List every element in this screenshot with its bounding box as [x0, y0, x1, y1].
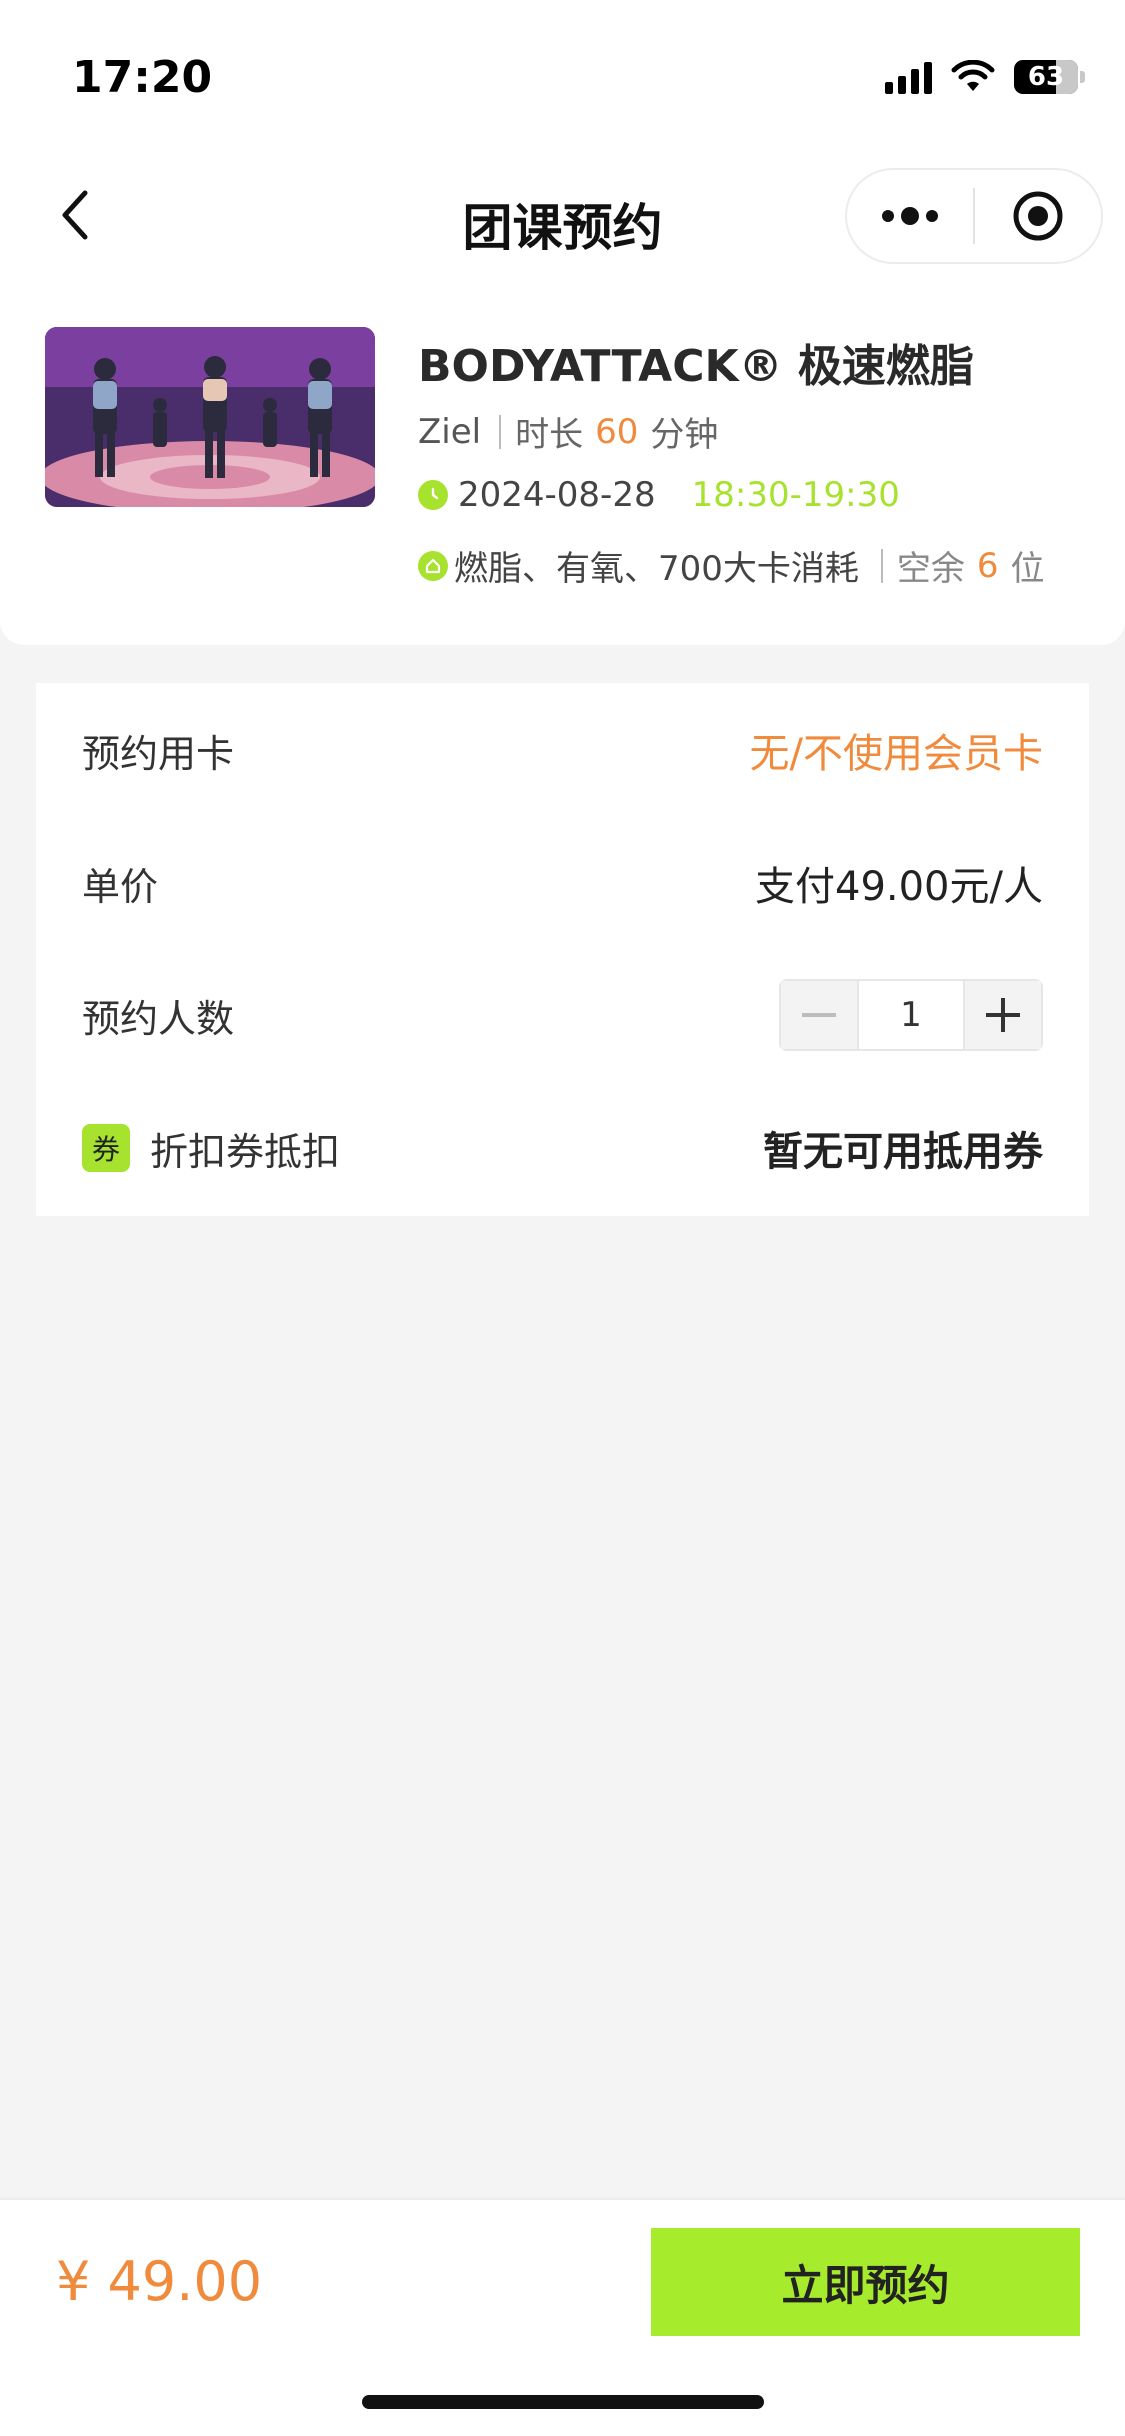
duration-value: 60 [595, 411, 639, 452]
battery-level: 63 [1027, 62, 1065, 92]
quantity-value[interactable]: 1 [857, 981, 965, 1049]
decrement-button[interactable] [781, 981, 857, 1049]
target-circle-icon [1013, 191, 1063, 241]
meta-divider [499, 414, 502, 449]
duration-unit: 分钟 [650, 415, 719, 455]
status-icons: 63 [885, 60, 1085, 94]
more-button[interactable] [847, 170, 973, 262]
wifi-icon [951, 60, 995, 91]
count-row: 预约人数 1 [36, 955, 1089, 1075]
clock-icon [418, 480, 448, 510]
total-price: ¥ 49.00 [56, 2250, 263, 2313]
coupon-label: 折扣券抵扣 [150, 1129, 341, 1174]
course-time-range: 18:30-19:30 [691, 475, 900, 515]
course-date: 2024-08-28 [458, 475, 656, 515]
quantity-stepper: 1 [779, 979, 1043, 1051]
plus-icon [986, 998, 1020, 1032]
spots-unit: 位 [1010, 549, 1045, 589]
card-row[interactable]: 预约用卡 无/不使用会员卡 [36, 690, 1089, 810]
nav-bar: 团课预约 [0, 150, 1125, 285]
course-thumbnail [45, 327, 375, 507]
duration-prefix: 时长 [515, 415, 584, 455]
mini-program-capsule [845, 168, 1103, 264]
price-row: 单价 支付49.00元/人 [36, 823, 1089, 943]
coupon-row[interactable]: 券 折扣券抵扣 暂无可用抵用券 [36, 1088, 1089, 1208]
count-label: 预约人数 [82, 996, 235, 1041]
coupon-icon: 券 [82, 1124, 130, 1172]
course-title: BODYATTACK® 极速燃脂 [418, 341, 974, 392]
close-button[interactable] [975, 170, 1101, 262]
signal-icon [885, 60, 932, 94]
course-tags: 燃脂、有氧、700大卡消耗 空余 6 位 [418, 541, 1045, 590]
home-icon [418, 550, 448, 581]
coach-name: Ziel [418, 411, 482, 452]
card-label: 预约用卡 [82, 731, 235, 776]
status-time: 17:20 [72, 52, 213, 103]
coupon-label-group: 券 折扣券抵扣 [82, 1121, 340, 1176]
more-dots-icon [882, 207, 938, 225]
spots-value: 6 [976, 545, 999, 586]
course-schedule: 2024-08-28 18:30-19:30 [418, 475, 900, 515]
course-meta: Ziel 时长 60 分钟 [418, 407, 718, 456]
status-bar: 17:20 63 [0, 0, 1125, 150]
booking-panel: 预约用卡 无/不使用会员卡 单价 支付49.00元/人 预约人数 1 券 折扣券… [36, 683, 1089, 1216]
card-value[interactable]: 无/不使用会员卡 [750, 721, 1043, 779]
price-value: 支付49.00元/人 [755, 864, 1043, 910]
course-card[interactable]: BODYATTACK® 极速燃脂 Ziel 时长 60 分钟 2024-08-2… [0, 285, 1125, 645]
tags-divider [880, 548, 883, 583]
course-tag-text: 燃脂、有氧、700大卡消耗 [454, 549, 859, 589]
home-indicator [362, 2395, 764, 2409]
battery-icon: 63 [1014, 60, 1085, 94]
spots-prefix: 空余 [896, 549, 965, 589]
coupon-value[interactable]: 暂无可用抵用券 [763, 1119, 1043, 1177]
book-now-button[interactable]: 立即预约 [651, 2228, 1080, 2336]
minus-icon [802, 1013, 836, 1017]
price-label: 单价 [82, 864, 159, 909]
increment-button[interactable] [965, 981, 1041, 1049]
